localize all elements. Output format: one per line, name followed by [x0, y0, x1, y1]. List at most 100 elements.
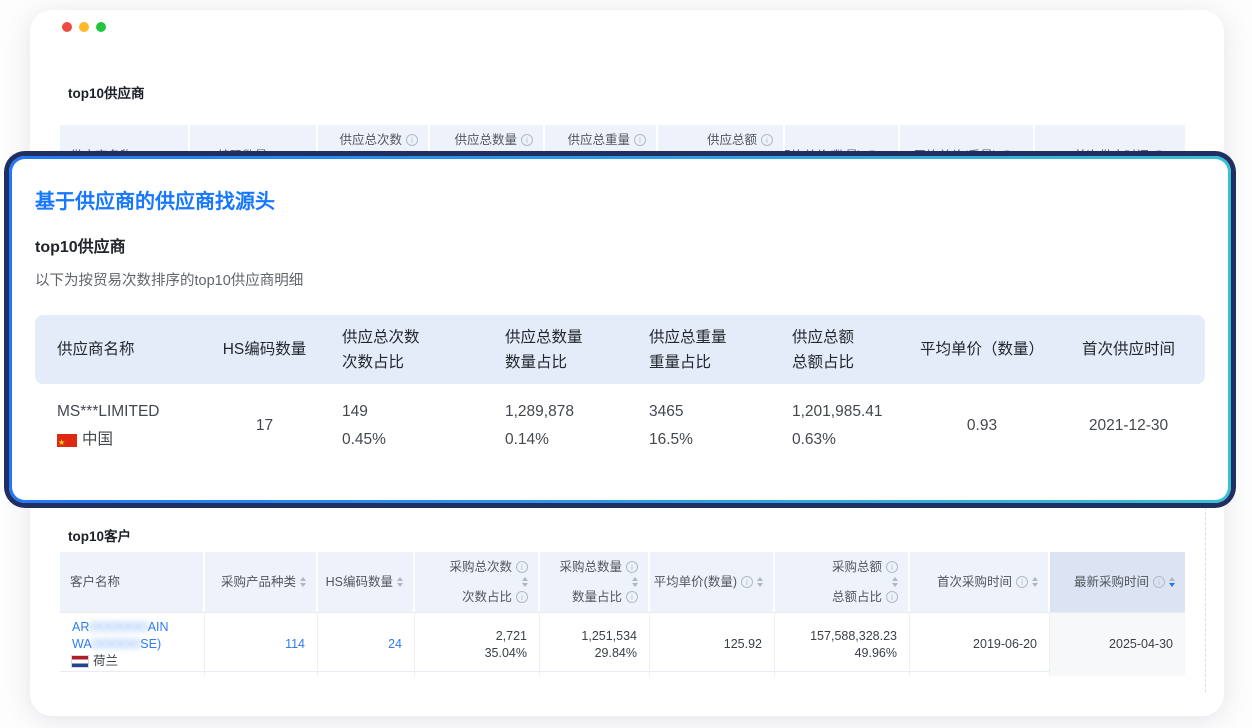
column-header-supply-qty: 供应总数量数量占比: [505, 327, 649, 373]
column-header-supply-weight: 供应总重量重量占比: [649, 327, 792, 373]
column-header-purchase-qty[interactable]: 采购总数量 数量占比: [540, 552, 650, 612]
column-label: 采购总次数: [449, 559, 512, 575]
customer-table-row: AROOOOOOAIN WAOOOOOSE) 荷兰 114 24 2,721 3…: [60, 612, 1185, 672]
customer-name-link[interactable]: WAOOOOOSE): [72, 636, 161, 653]
purchase-amount-cell: 157,588,328.23 49.96%: [775, 613, 910, 676]
column-header-latest-purchase-date[interactable]: 最新采购时间: [1050, 552, 1185, 612]
customer-country: 荷兰: [93, 653, 118, 670]
purchase-qty-cell: 1,251,534 29.84%: [540, 613, 650, 676]
column-header-hs-count[interactable]: HS编码数量: [318, 552, 415, 612]
hs-count-link[interactable]: 24: [388, 636, 402, 653]
sort-icon[interactable]: [300, 577, 306, 587]
column-label: 采购产品种类: [221, 574, 296, 590]
column-header-supplier-name: 供应商名称: [57, 339, 187, 360]
redacted-text: OOOOO: [92, 637, 141, 651]
avg-price-cell: 0.93: [912, 401, 1052, 451]
close-window-button[interactable]: [62, 22, 72, 32]
customer-name-link[interactable]: AROOOOOOAIN: [72, 619, 169, 636]
product-types-cell[interactable]: 114: [205, 613, 318, 676]
supply-amount-cell: 1,201,985.41 0.63%: [792, 401, 912, 451]
maximize-window-button[interactable]: [96, 22, 106, 32]
supply-qty-share: 0.14%: [505, 429, 649, 451]
column-label: 供应总次数: [339, 132, 402, 148]
panel-table-row: MS***LIMITED 中国 17 149 0.45% 1,289,878 0…: [35, 401, 1205, 451]
product-types-link[interactable]: 114: [285, 636, 305, 653]
panel-subtitle: top10供应商: [35, 237, 1228, 259]
info-icon[interactable]: [1016, 576, 1028, 588]
supplier-name-cell: MS***LIMITED 中国: [57, 401, 187, 451]
purchase-qty-share: 29.84%: [595, 645, 637, 662]
first-supply-date-cell: 2021-12-30: [1052, 401, 1205, 451]
column-label: 采购总额: [832, 559, 882, 575]
info-icon[interactable]: [741, 576, 753, 588]
info-icon[interactable]: [626, 591, 638, 603]
supplier-name: MS***LIMITED: [57, 401, 187, 423]
info-icon[interactable]: [1153, 576, 1165, 588]
sort-icon[interactable]: [522, 577, 528, 587]
sort-icon[interactable]: [632, 577, 638, 587]
sort-icon[interactable]: [1032, 577, 1038, 587]
avg-price-cell: 125.92: [650, 613, 775, 676]
sort-icon-active-descending[interactable]: [1169, 577, 1175, 587]
customer-table-header: 客户名称 采购产品种类 HS编码数量 采购总次数 次数占比 采购总数量: [60, 552, 1185, 612]
netherlands-flag-icon: [72, 656, 88, 667]
table-fixed-column-divider: [1205, 492, 1206, 692]
info-icon[interactable]: [521, 134, 533, 146]
column-label: 采购总数量: [559, 559, 622, 575]
purchase-times-share: 35.04%: [485, 645, 527, 662]
supplier-country: 中国: [82, 429, 113, 451]
sort-icon[interactable]: [757, 577, 763, 587]
column-header-first-supply-date: 首次供应时间: [1052, 339, 1205, 360]
info-icon[interactable]: [406, 134, 418, 146]
supply-weight-value: 3465: [649, 401, 792, 423]
column-header-hs-count: HS编码数量: [187, 339, 342, 360]
column-label: HS编码数量: [326, 574, 393, 590]
column-header-purchase-amount[interactable]: 采购总额 总额占比: [775, 552, 910, 612]
column-header-first-purchase-date[interactable]: 首次采购时间: [910, 552, 1050, 612]
column-label: 供应总数量: [454, 132, 517, 148]
info-icon[interactable]: [626, 561, 638, 573]
supply-times-value: 149: [342, 401, 505, 423]
info-icon[interactable]: [634, 134, 646, 146]
supply-weight-cell: 3465 16.5%: [649, 401, 792, 451]
panel-description: 以下为按贸易次数排序的top10供应商明细: [35, 271, 1228, 291]
china-flag-icon: [57, 434, 77, 447]
info-icon[interactable]: [761, 134, 773, 146]
hs-count-cell[interactable]: 24: [318, 613, 415, 676]
column-header-avg-price-qty[interactable]: 平均单价(数量): [650, 552, 775, 612]
supply-weight-share: 16.5%: [649, 429, 792, 451]
purchase-amount-share: 49.96%: [855, 645, 897, 662]
column-header-product-types[interactable]: 采购产品种类: [205, 552, 318, 612]
panel-title: 基于供应商的供应商找源头: [35, 189, 1228, 215]
highlight-panel-content: 基于供应商的供应商找源头 top10供应商 以下为按贸易次数排序的top10供应…: [12, 159, 1228, 500]
column-header-avg-price-qty: 平均单价（数量）: [912, 339, 1052, 360]
info-icon[interactable]: [886, 591, 898, 603]
supply-amount-value: 1,201,985.41: [792, 401, 912, 423]
window-controls: [62, 22, 106, 32]
column-sublabel: 数量占比: [572, 589, 622, 605]
info-icon[interactable]: [516, 561, 528, 573]
purchase-qty-value: 1,251,534: [581, 628, 637, 645]
column-header-supply-amount: 供应总额总额占比: [792, 327, 912, 373]
column-label: 供应总重量: [567, 132, 630, 148]
purchase-times-value: 2,721: [496, 628, 527, 645]
customer-name-cell[interactable]: AROOOOOOAIN WAOOOOOSE) 荷兰: [60, 613, 205, 676]
sort-icon[interactable]: [892, 577, 898, 587]
panel-table-header: 供应商名称 HS编码数量 供应总次数次数占比 供应总数量数量占比 供应总重量重量…: [35, 315, 1205, 384]
latest-purchase-date-cell: 2025-04-30: [1050, 613, 1185, 676]
sort-icon[interactable]: [397, 577, 403, 587]
info-icon[interactable]: [516, 591, 528, 603]
supply-times-share: 0.45%: [342, 429, 505, 451]
supply-qty-cell: 1,289,878 0.14%: [505, 401, 649, 451]
column-label: 最新采购时间: [1074, 574, 1149, 590]
purchase-amount-value: 157,588,328.23: [810, 628, 897, 645]
column-header-supply-times: 供应总次数次数占比: [342, 327, 505, 373]
minimize-window-button[interactable]: [79, 22, 89, 32]
column-label: 供应总额: [707, 132, 757, 148]
customer-table: 客户名称 采购产品种类 HS编码数量 采购总次数 次数占比 采购总数量: [60, 552, 1185, 672]
info-icon[interactable]: [886, 561, 898, 573]
column-label: 首次采购时间: [937, 574, 1012, 590]
column-header-purchase-times[interactable]: 采购总次数 次数占比: [415, 552, 540, 612]
highlight-panel: 基于供应商的供应商找源头 top10供应商 以下为按贸易次数排序的top10供应…: [9, 156, 1231, 503]
column-label: 平均单价(数量): [654, 574, 737, 590]
